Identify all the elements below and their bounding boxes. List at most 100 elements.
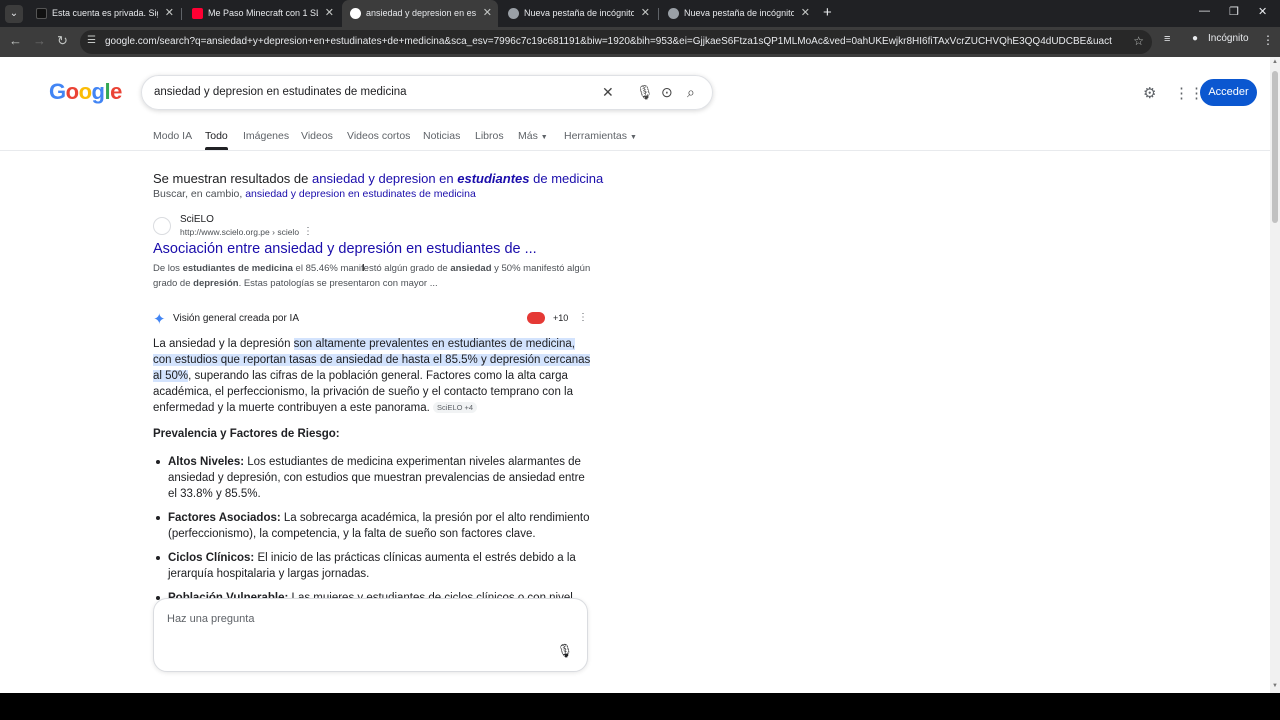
spelling-correction: Se muestran resultados de ansiedad y dep… [153, 171, 603, 186]
bullet-dot [156, 516, 160, 520]
settings-gear-icon[interactable]: ⚙ [1143, 84, 1156, 102]
new-tab-icon[interactable]: + [823, 4, 832, 21]
close-tab-icon[interactable]: ✕ [801, 0, 810, 27]
forward-icon[interactable]: → [33, 33, 46, 48]
incognito-profile-icon[interactable]: ● [1192, 33, 1198, 44]
mic-icon[interactable]: 🎙 [556, 643, 573, 659]
browser-tab[interactable]: Me Paso Minecraft con 1 SLOT ✕ [184, 0, 340, 27]
tab-divider [181, 8, 182, 20]
tab-divider [658, 8, 659, 20]
ai-sparkle-icon: ✦ [153, 311, 166, 328]
ask-question-box[interactable]: Haz una pregunta 🎙 [153, 598, 588, 672]
tab-mas[interactable]: Más ▼ [518, 130, 548, 142]
browser-tab[interactable]: Nueva pestaña de incógnito ✕ [500, 0, 656, 27]
tab-search-button[interactable]: ⌄ [5, 5, 23, 23]
result-url[interactable]: http://www.scielo.org.pe › scielo [180, 227, 299, 237]
original-query-link[interactable]: ansiedad y depresion en estudinates de m… [245, 188, 476, 200]
corrected-part: de medicina [529, 171, 604, 186]
tab-title: Nueva pestaña de incógnito [524, 8, 634, 18]
search-instead: Buscar, en cambio, ansiedad y depresion … [153, 188, 476, 200]
tab-videos-cortos[interactable]: Videos cortos [347, 130, 410, 142]
ai-sources-count[interactable]: +10 [553, 313, 568, 323]
scroll-thumb[interactable] [1272, 71, 1278, 223]
logo-letter: g [91, 79, 105, 104]
tab-modo-ia[interactable]: Modo IA [153, 130, 192, 142]
snippet-bold: estudiantes de medicina [182, 263, 293, 274]
tab-herramientas[interactable]: Herramientas ▼ [564, 130, 637, 142]
bullet-dot [156, 460, 160, 464]
result-title-link[interactable]: Asociación entre ansiedad y depresión en… [153, 241, 537, 257]
ask-input[interactable]: Haz una pregunta [167, 613, 254, 625]
window-close-icon[interactable]: ✕ [1258, 5, 1267, 18]
close-tab-icon[interactable]: ✕ [641, 0, 650, 27]
close-tab-icon[interactable]: ✕ [483, 0, 492, 27]
minimize-icon[interactable]: — [1199, 5, 1210, 17]
scielo-favicon [153, 217, 171, 235]
search-input[interactable]: ansiedad y depresion en estudinates de m… [154, 86, 407, 98]
google-logo[interactable]: Google [49, 79, 122, 105]
tab-videos[interactable]: Videos [301, 130, 333, 142]
browser-tab[interactable]: Nueva pestaña de incógnito ✕ [660, 0, 816, 27]
lens-icon[interactable]: ⊙ [661, 84, 673, 101]
bookmark-star-icon[interactable]: ☆ [1133, 34, 1144, 48]
close-tab-icon[interactable]: ✕ [165, 0, 174, 27]
search-box[interactable]: ansiedad y depresion en estudinates de m… [141, 75, 713, 110]
scroll-down-icon[interactable]: ▼ [1272, 683, 1278, 689]
tab-title: ansiedad y depresion en estudi [366, 8, 476, 18]
site-info-icon[interactable]: ☰ [87, 35, 96, 46]
ai-sources-thumbnails[interactable] [527, 312, 545, 324]
reload-icon[interactable]: ↻ [57, 33, 68, 49]
ai-text: La ansiedad y la depresión [153, 338, 294, 350]
youtube-icon [192, 8, 203, 19]
citation-chip[interactable]: SciELO +4 [433, 402, 478, 413]
profile-label[interactable]: Incógnito [1208, 33, 1249, 44]
list-item: Altos Niveles: Los estudiantes de medici… [153, 454, 593, 502]
logo-letter: G [49, 79, 66, 104]
bullet-label: Ciclos Clínicos: [168, 552, 255, 564]
search-icon[interactable]: ⌕ [687, 84, 695, 101]
mic-icon[interactable]: 🎙 [636, 84, 654, 101]
signin-button[interactable]: Acceder [1200, 79, 1257, 106]
snippet-bold: depresión [193, 277, 239, 289]
tab-todo[interactable]: Todo [205, 130, 228, 142]
citation-chip-label: SciELO +4 [437, 403, 474, 412]
incognito-icon [508, 8, 519, 19]
result-more-icon[interactable]: ⋮ [303, 226, 313, 237]
restore-icon[interactable]: ❐ [1229, 5, 1239, 18]
list-item: Ciclos Clínicos: El inicio de las prácti… [153, 550, 593, 582]
scroll-up-icon[interactable]: ▲ [1272, 59, 1278, 65]
ai-text: , superando las cifras de la población g… [153, 370, 573, 414]
result-snippet: De los estudiantes de medicina el 85.46%… [153, 262, 593, 291]
tab-libros[interactable]: Libros [475, 130, 504, 142]
bullet-dot [156, 556, 160, 560]
corrected-part: ansiedad y depresion en [311, 171, 458, 186]
tab-mas-label: Más [518, 130, 538, 142]
chevron-down-icon: ▼ [540, 134, 548, 141]
tab-imagenes[interactable]: Imágenes [243, 130, 289, 142]
logo-letter: o [65, 79, 79, 104]
tab-search-icon[interactable]: ≡ [1164, 33, 1170, 45]
browser-menu-icon[interactable]: ⋮ [1262, 33, 1274, 47]
browser-tab[interactable]: Esta cuenta es privada. Sigue e ✕ [28, 0, 180, 27]
address-bar[interactable]: ☰ google.com/search?q=ansiedad+y+depresi… [80, 30, 1152, 54]
url-text[interactable]: google.com/search?q=ansiedad+y+depresion… [105, 36, 1112, 47]
clear-icon[interactable]: ✕ [602, 84, 614, 101]
bullet-label: Altos Niveles: [168, 456, 245, 468]
tab-title: Nueva pestaña de incógnito [684, 8, 794, 18]
spelling-prefix: Se muestran resultados de [153, 171, 312, 186]
logo-letter: e [110, 79, 122, 104]
tab-noticias[interactable]: Noticias [423, 130, 460, 142]
ai-more-icon[interactable]: ⋮ [578, 312, 588, 323]
corrected-query-link[interactable]: ansiedad y depresion en estudiantes de m… [312, 171, 603, 186]
ai-subheading: Prevalencia y Factores de Riesgo: [153, 428, 340, 440]
chevron-down-icon: ▼ [629, 134, 637, 141]
browser-tab-active[interactable]: ansiedad y depresion en estudi ✕ [342, 0, 498, 27]
close-tab-icon[interactable]: ✕ [325, 0, 334, 27]
page-scrollbar[interactable]: ▲ ▼ [1270, 57, 1280, 693]
snippet-text: De los [153, 263, 183, 274]
text-cursor-icon: I [362, 263, 365, 274]
active-tab-indicator [205, 147, 228, 150]
back-icon[interactable]: ← [9, 33, 22, 48]
result-site-name[interactable]: SciELO [180, 214, 214, 225]
logo-letter: o [78, 79, 92, 104]
